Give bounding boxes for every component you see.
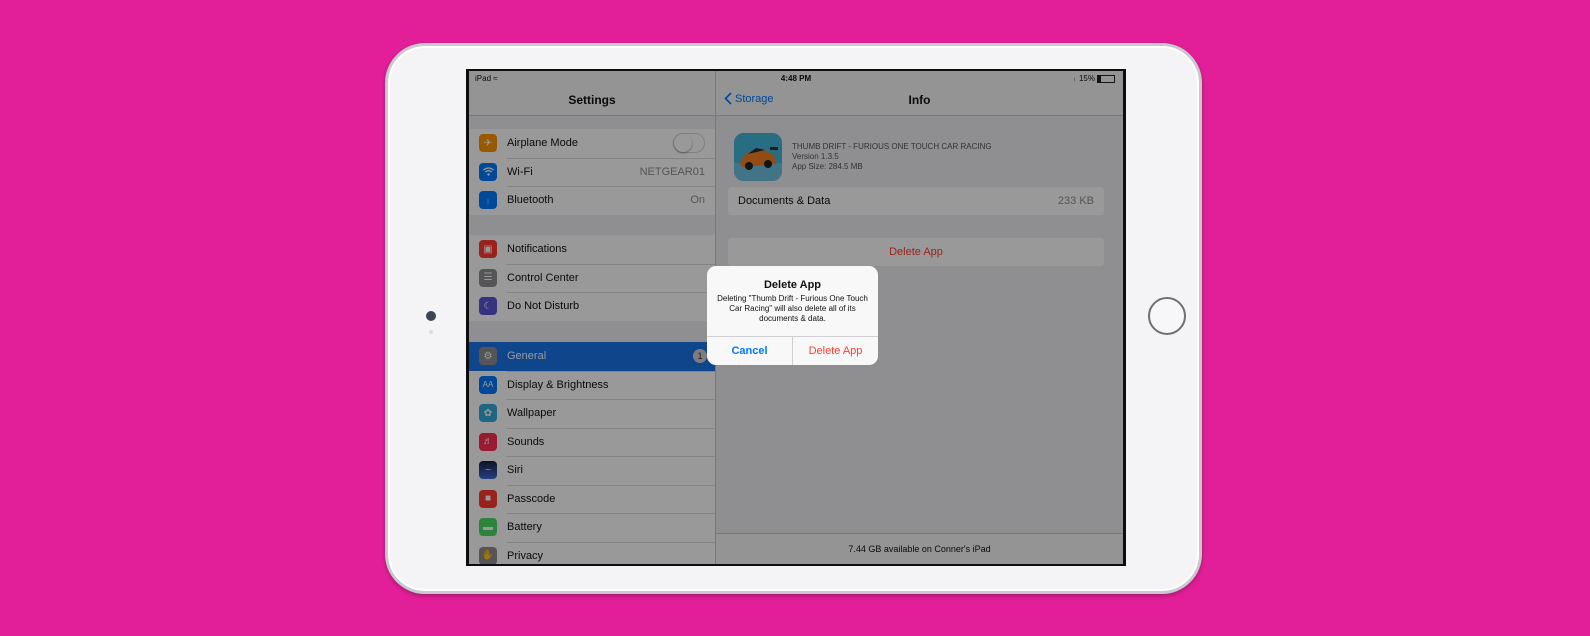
ipad-screen: Settings ✈ Airplane Mode Wi-Fi NETGEAR01…: [466, 69, 1126, 566]
light-sensor: [429, 330, 433, 334]
home-button[interactable]: [1148, 297, 1186, 335]
delete-app-button[interactable]: Delete App: [793, 337, 878, 365]
alert-message: Deleting "Thumb Drift - Furious One Touc…: [717, 294, 868, 323]
alert-buttons: Cancel Delete App: [707, 336, 878, 365]
alert-title: Delete App: [763, 279, 822, 291]
cancel-button[interactable]: Cancel: [707, 337, 793, 365]
display: Settings ✈ Airplane Mode Wi-Fi NETGEAR01…: [469, 71, 1123, 564]
front-camera: [426, 311, 436, 321]
delete-app-alert: Delete App Deleting "Thumb Drift - Furio…: [707, 266, 878, 365]
